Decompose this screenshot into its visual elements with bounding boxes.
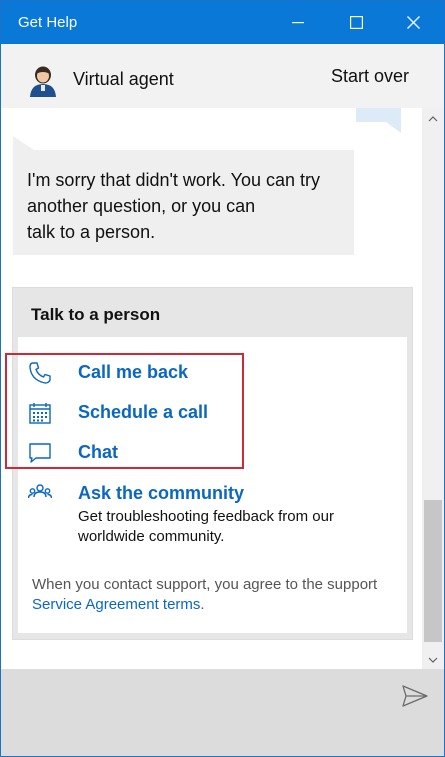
schedule-call-option[interactable]: Schedule a call [27,400,208,426]
service-agreement-link[interactable]: Service Agreement terms [32,596,200,613]
schedule-call-label[interactable]: Schedule a call [78,402,208,423]
maximize-button[interactable] [334,1,378,44]
chat-label[interactable]: Chat [78,442,118,463]
minimize-icon [292,21,304,23]
send-icon[interactable] [402,685,428,707]
agent-message-text: I'm sorry that didn't work. You can try … [27,170,321,242]
maximize-icon [349,16,363,29]
scrollbar-thumb[interactable] [424,500,442,642]
chat-option[interactable]: Chat [27,440,118,466]
agent-avatar-icon [30,66,56,97]
minimize-button[interactable] [276,1,320,44]
chat-transcript[interactable]: I'm sorry that didn't work. You can try … [1,108,422,669]
get-help-window: Get Help Virtual agent Start over I'm so… [0,0,445,757]
close-icon [406,16,420,29]
community-description: Get troubleshooting feedback from our wo… [78,508,334,545]
card-options: Call me back Schedule a call Chat Ask th… [18,337,407,633]
scroll-up-icon[interactable] [426,112,440,126]
start-over-button[interactable]: Start over [331,66,409,87]
community-icon [27,481,53,507]
chat-bubble-icon [27,440,53,466]
previous-message-tail [356,108,401,133]
agent-message-bubble: I'm sorry that didn't work. You can try … [13,150,354,255]
calendar-icon [27,400,53,426]
legal-notice: When you contact support, you agree to t… [32,576,378,613]
scrollbar[interactable] [422,108,444,669]
window-title: Get Help [18,14,78,31]
ask-community-label[interactable]: Ask the community [78,483,244,504]
title-bar[interactable]: Get Help [1,1,444,44]
close-button[interactable] [391,1,435,44]
agent-name: Virtual agent [73,69,174,89]
scroll-down-icon[interactable] [426,653,440,667]
message-input-area[interactable] [1,669,444,756]
agent-header: Virtual agent Start over [1,44,444,108]
phone-icon [27,360,53,386]
call-me-back-option[interactable]: Call me back [27,360,188,386]
call-me-back-label[interactable]: Call me back [78,362,188,383]
ask-community-option[interactable]: Ask the community [27,481,244,507]
card-title: Talk to a person [31,305,161,324]
talk-to-person-card: Talk to a person Call me back Schedule a… [12,287,413,640]
